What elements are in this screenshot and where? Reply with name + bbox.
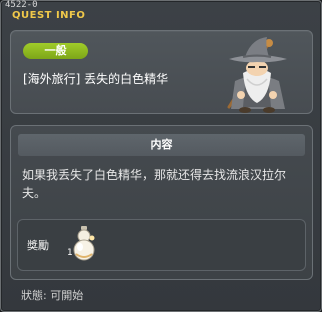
reward-label: 獎勵 (27, 239, 49, 252)
quest-name: [海外旅行] 丢失的白色精华 (23, 72, 169, 86)
quest-header-panel: 一般 [海外旅行] 丢失的白色精华 (10, 30, 313, 114)
quest-id: 4522-0 (5, 0, 38, 10)
quest-description: 如果我丢失了白色精华，那就还得去找流浪汉拉尔夫。 (22, 168, 287, 200)
reward-count: 1 (67, 248, 73, 258)
quest-status: 狀態: 可開始 (21, 289, 84, 302)
window-title: QUEST INFO (12, 10, 86, 21)
white-essence-potion-icon[interactable] (66, 224, 102, 264)
category-badge: 一般 (23, 43, 88, 59)
quest-info-window: 4522-0 QUEST INFO 一般 [海外旅行] 丢失的白色精华 内容 如… (0, 0, 322, 312)
old-wizard-npc-icon (227, 37, 287, 113)
reward-box: 獎勵 1 (17, 219, 306, 271)
content-header: 内容 (18, 134, 305, 156)
quest-content-panel: 内容 如果我丢失了白色精华，那就还得去找流浪汉拉尔夫。 獎勵 1 (10, 125, 313, 280)
